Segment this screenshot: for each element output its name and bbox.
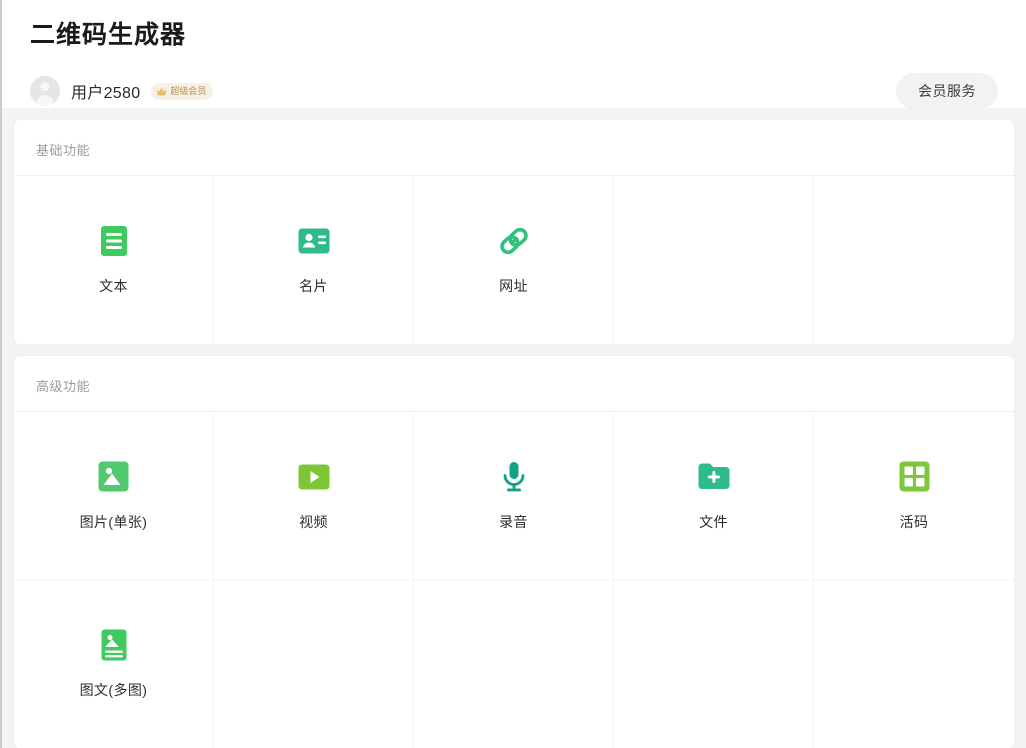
empty-cell — [214, 580, 414, 748]
image-picture-icon — [97, 460, 131, 494]
function-cell-business-card[interactable]: 名片 — [214, 176, 414, 344]
advanced-functions-title: 高级功能 — [14, 356, 1014, 412]
function-label: 视频 — [299, 513, 328, 530]
function-cell-image-single[interactable]: 图片(单张) — [14, 412, 214, 580]
basic-functions-title: 基础功能 — [14, 120, 1014, 176]
function-label: 录音 — [499, 513, 528, 530]
username-label: 用户2580 — [71, 85, 141, 102]
function-cell-live-code[interactable]: 活码 — [814, 412, 1014, 580]
advanced-functions-grid: 图片(单张) 视频 录音 文件 活码 图文(多图) — [14, 412, 1014, 748]
page-title: 二维码生成器 — [30, 21, 187, 49]
function-label: 网址 — [499, 278, 528, 294]
text-document-icon — [97, 224, 131, 258]
function-cell-image-text-multi[interactable]: 图文(多图) — [14, 580, 214, 748]
advanced-functions-card: 高级功能 图片(单张) 视频 录音 文件 活码 图文(多图) — [14, 356, 1014, 748]
empty-cell — [614, 176, 814, 344]
function-cell-recording[interactable]: 录音 — [414, 412, 614, 580]
function-label: 文本 — [99, 278, 128, 294]
function-cell-url[interactable]: 网址 — [414, 176, 614, 344]
qr-grid-icon — [897, 460, 931, 494]
function-label: 名片 — [299, 278, 328, 294]
user-avatar-placeholder[interactable] — [30, 76, 60, 106]
empty-cell — [414, 580, 614, 748]
function-label: 文件 — [699, 513, 728, 530]
status-badge-label: 超级会员 — [170, 85, 207, 96]
video-play-icon — [297, 460, 331, 494]
page-header: 二维码生成器 用户2580 超级会员 会员服务 — [2, 0, 1026, 109]
function-cell-text[interactable]: 文本 — [14, 176, 214, 344]
function-label: 图文(多图) — [79, 682, 148, 698]
crown-icon — [156, 87, 167, 95]
function-label: 活码 — [899, 513, 929, 530]
basic-functions-grid: 文本 名片 网址 — [14, 176, 1014, 344]
folder-plus-icon — [697, 460, 731, 494]
image-text-multi-icon — [97, 628, 131, 662]
empty-cell — [614, 580, 814, 748]
function-label: 图片(单张) — [79, 513, 148, 530]
empty-cell — [814, 176, 1014, 344]
member-service-button[interactable]: 会员服务 — [896, 73, 998, 109]
link-chain-icon — [497, 224, 531, 258]
contact-card-icon — [297, 224, 331, 258]
qr-generator-page: 二维码生成器 用户2580 超级会员 会员服务 基础功能 文本 名片 网址 高级… — [0, 0, 1026, 748]
status-badge-super-member[interactable]: 超级会员 — [151, 82, 214, 100]
function-cell-video[interactable]: 视频 — [214, 412, 414, 580]
empty-cell — [814, 580, 1014, 748]
microphone-icon — [497, 460, 531, 494]
basic-functions-card: 基础功能 文本 名片 网址 — [14, 120, 1014, 344]
function-cell-file[interactable]: 文件 — [614, 412, 814, 580]
user-info-row: 用户2580 超级会员 会员服务 — [30, 70, 998, 112]
